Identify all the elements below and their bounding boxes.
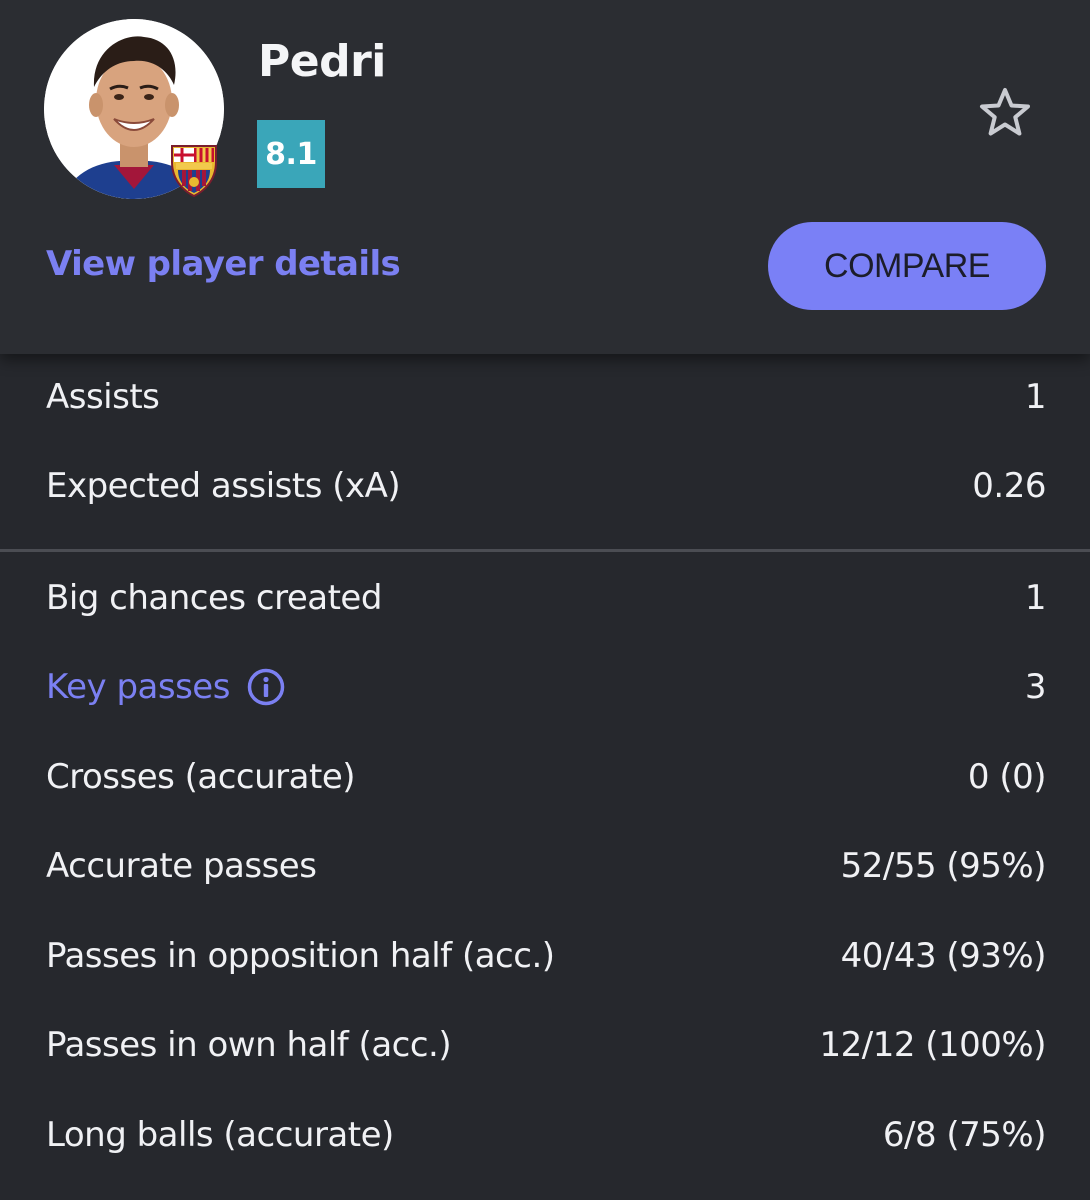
key-passes-link[interactable]: Key passes bbox=[46, 667, 230, 707]
stat-row-expected-assists: Expected assists (xA) 0.26 bbox=[46, 461, 1046, 511]
stat-row-assists: Assists 1 bbox=[46, 372, 1047, 422]
stat-label: Assists bbox=[46, 377, 160, 417]
view-player-details-link[interactable]: View player details bbox=[46, 244, 401, 284]
stat-label: Big chances created bbox=[46, 578, 382, 618]
stat-label: Long balls (accurate) bbox=[46, 1115, 394, 1155]
info-icon[interactable] bbox=[246, 667, 286, 707]
section-divider bbox=[0, 549, 1090, 552]
compare-button[interactable]: COMPARE bbox=[768, 222, 1046, 310]
stat-value: 0.26 bbox=[972, 466, 1046, 506]
stat-label: Passes in own half (acc.) bbox=[46, 1025, 452, 1065]
player-header: Pedri 8.1 View player details COMPARE bbox=[0, 0, 1090, 354]
stat-row-long-balls: Long balls (accurate) 6/8 (75%) bbox=[46, 1110, 1047, 1160]
team-badge-icon bbox=[168, 142, 220, 198]
stat-row-accurate-passes: Accurate passes 52/55 (95%) bbox=[46, 841, 1047, 891]
stat-label: Expected assists (xA) bbox=[46, 466, 401, 506]
rating-badge: 8.1 bbox=[257, 120, 325, 188]
stat-value: 40/43 (93%) bbox=[840, 936, 1047, 976]
stat-value: 1 bbox=[1024, 578, 1047, 618]
stat-value: 52/55 (95%) bbox=[840, 846, 1047, 886]
stat-row-passes-own-half: Passes in own half (acc.) 12/12 (100%) bbox=[46, 1020, 1046, 1070]
stat-value: 12/12 (100%) bbox=[819, 1025, 1046, 1065]
stat-label: Passes in opposition half (acc.) bbox=[46, 936, 555, 976]
stat-row-key-passes[interactable]: Key passes 3 bbox=[46, 662, 1047, 712]
stat-value: 1 bbox=[1024, 377, 1047, 417]
stat-row-passes-opposition-half: Passes in opposition half (acc.) 40/43 (… bbox=[46, 931, 1047, 981]
stat-label-wrap: Key passes bbox=[46, 667, 286, 707]
stat-value: 3 bbox=[1024, 667, 1047, 707]
stat-value: 0 (0) bbox=[967, 757, 1047, 797]
stat-row-big-chances-created: Big chances created 1 bbox=[46, 573, 1047, 623]
star-icon[interactable] bbox=[972, 80, 1038, 146]
player-name: Pedri bbox=[258, 36, 386, 87]
stat-row-crosses: Crosses (accurate) 0 (0) bbox=[46, 752, 1047, 802]
stat-label: Accurate passes bbox=[46, 846, 317, 886]
stat-value: 6/8 (75%) bbox=[882, 1115, 1047, 1155]
stat-label: Crosses (accurate) bbox=[46, 757, 356, 797]
